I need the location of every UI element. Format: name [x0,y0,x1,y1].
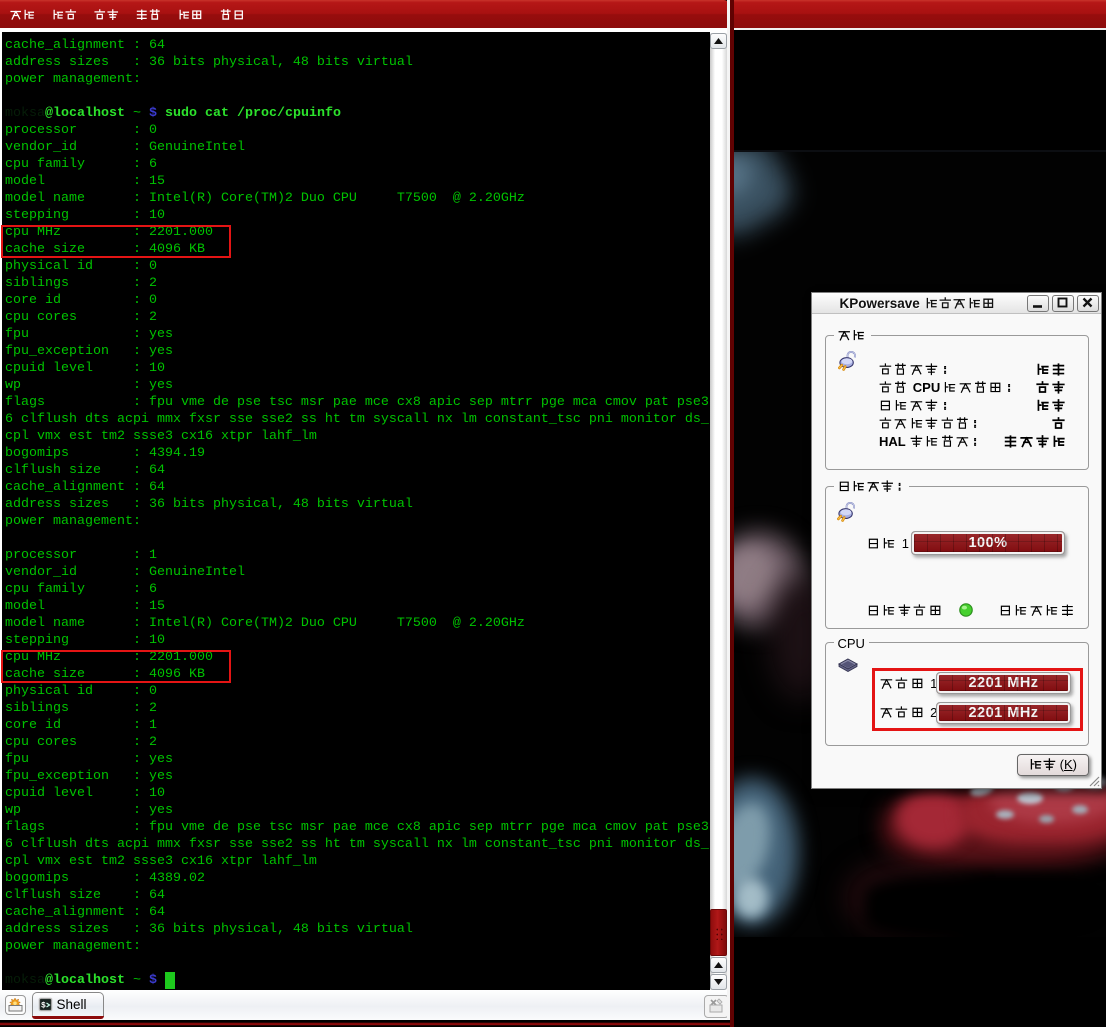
svg-text:$: $ [41,1001,46,1010]
